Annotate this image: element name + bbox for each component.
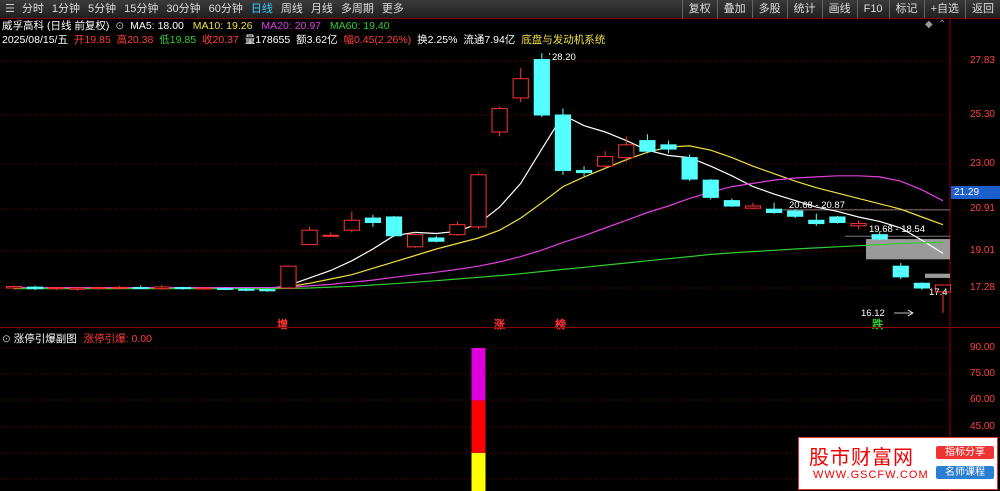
candle-3: [69, 287, 86, 290]
candle-42: [892, 265, 909, 278]
candle-27: [575, 169, 593, 174]
candle-13: [280, 265, 297, 289]
indicator-tick-0: 90.00: [969, 342, 995, 353]
candle-8: [174, 287, 192, 290]
candle-5: [111, 286, 128, 289]
candle-31: [660, 144, 677, 150]
watermark-pill-2: 名师课程: [936, 466, 994, 479]
candle-15: [322, 234, 339, 237]
candle-21: [449, 224, 466, 236]
indicator-bar-segment-2: [471, 348, 486, 401]
candle-34: [723, 200, 740, 207]
annotation-band-a: 20.68 - 20.87: [789, 200, 845, 211]
current-price-badge: 21.29: [951, 186, 1000, 199]
candle-9: [195, 287, 213, 290]
candle-37: [787, 210, 804, 217]
candle-0: [5, 286, 23, 289]
candle-4: [90, 287, 107, 290]
price-tick-5: 17.28: [969, 282, 995, 293]
watermark: 股市财富网 WWW.GSCFW.COM 指标分享 名师课程: [798, 437, 998, 490]
candle-24: [512, 78, 529, 99]
candle-1: [27, 286, 44, 290]
candle-32: [681, 157, 698, 180]
indicator-bar-segment-1: [471, 400, 486, 453]
indicator-tick-2: 60.00: [969, 394, 995, 405]
candle-6: [132, 287, 149, 290]
candle-16: [343, 219, 360, 231]
candle-22: [470, 174, 487, 228]
candle-29: [618, 144, 635, 159]
indicator-tick-1: 75.00: [969, 368, 995, 379]
candle-10: [217, 287, 234, 290]
candle-17: [364, 217, 382, 223]
candle-35: [744, 205, 762, 209]
candle-25: [533, 59, 550, 116]
watermark-url: WWW.GSCFW.COM: [813, 469, 929, 481]
candle-28: [597, 156, 614, 167]
candle-12: [259, 289, 276, 292]
watermark-title: 股市财富网: [809, 445, 914, 469]
candle-40: [850, 223, 867, 227]
indicator-tick-3: 45.00: [969, 421, 995, 432]
candle-23: [491, 108, 508, 133]
candle-30: [639, 140, 656, 152]
peak-leader: [549, 52, 551, 56]
price-tick-3: 20.91: [969, 203, 995, 214]
price-tick-4: 19.01: [969, 245, 995, 256]
price-tick-2: 23.00: [969, 158, 995, 169]
candle-26: [554, 114, 572, 171]
candle-11: [238, 288, 255, 291]
candle-20: [428, 237, 445, 242]
annotation-band-b: 19.68 - 18.54: [869, 224, 925, 235]
candle-39: [829, 216, 846, 223]
price-chart: [0, 18, 952, 326]
price-tick-0: 27.83: [969, 55, 995, 66]
candle-14: [301, 229, 318, 246]
candle-36: [765, 208, 783, 214]
annotation-peak: 28.20: [552, 52, 576, 63]
candle-33: [702, 179, 719, 198]
annotation-low-a: 17.4: [929, 287, 948, 298]
ma-line-ma60: [14, 241, 944, 290]
candle-43: [913, 282, 930, 289]
watermark-pill-1: 指标分享: [936, 446, 994, 459]
cost-zone-box-small: [925, 273, 950, 278]
candle-7: [153, 286, 170, 290]
candle-41: [871, 234, 888, 240]
price-tick-1: 25.30: [969, 109, 995, 120]
candle-19: [407, 234, 424, 248]
stock-chart-window: ☰ 分时 1分钟 5分钟 15分钟 30分钟 60分钟 日线 周线 月线 多周期 更多 复权 叠加 多股…: [0, 0, 1000, 491]
candle-38: [808, 219, 825, 225]
candle-18: [385, 216, 403, 237]
indicator-bar-segment-0: [471, 452, 486, 491]
candle-2: [48, 287, 65, 290]
